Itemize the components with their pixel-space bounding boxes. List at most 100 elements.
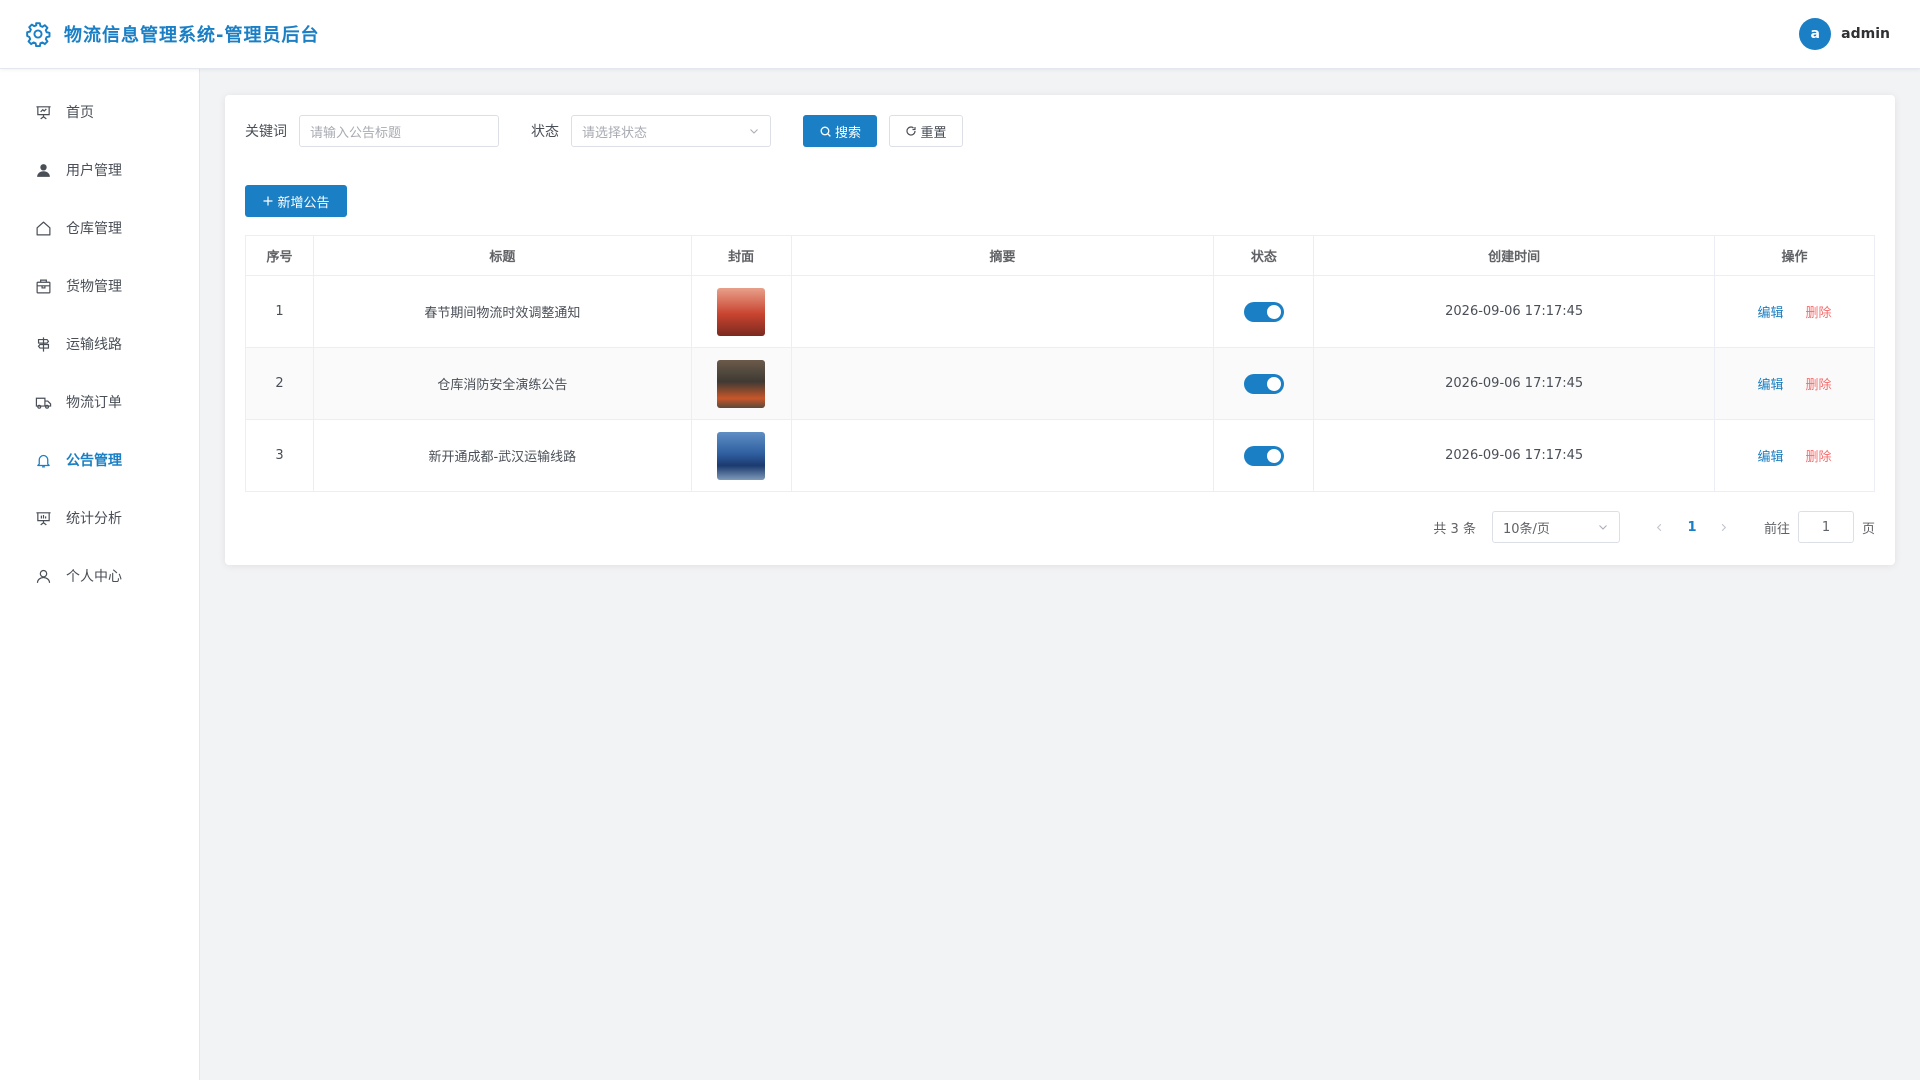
house-icon — [36, 221, 51, 235]
sidebar-item-label: 仓库管理 — [66, 221, 122, 237]
truck-icon — [35, 397, 52, 409]
sidebar-item-home[interactable]: 首页 — [0, 83, 199, 141]
column-header: 标题 — [312, 235, 692, 276]
sidebar-item-routes[interactable]: 运输线路 — [0, 315, 199, 373]
box-icon — [36, 279, 51, 293]
presentation-icon — [36, 105, 51, 119]
row-status-cell — [1213, 275, 1315, 348]
row-cover-cell — [690, 419, 792, 492]
status-toggle[interactable] — [1243, 445, 1284, 466]
sidebar-item-users[interactable]: 用户管理 — [0, 141, 199, 199]
row-title: 仓库消防安全演练公告 — [312, 347, 692, 420]
delete-link[interactable]: 删除 — [1806, 446, 1832, 465]
sidebar-item-profile[interactable]: 个人中心 — [0, 547, 199, 605]
keyword-label: 关键词 — [245, 124, 287, 140]
sidebar-item-label: 物流订单 — [66, 395, 122, 411]
row-summary — [790, 275, 1215, 348]
column-header: 封面 — [690, 235, 792, 276]
row-index: 1 — [245, 275, 314, 348]
user-menu[interactable]: a admin — [1799, 18, 1890, 50]
search-button[interactable]: 搜索 — [803, 115, 877, 147]
table-row: 3 新开通成都-武汉运输线路 2026-09-06 17:17:45 编辑 删除 — [245, 419, 1875, 492]
status-select[interactable]: 请选择状态 — [571, 115, 771, 147]
next-page-button[interactable] — [1708, 522, 1740, 533]
goto-page-input[interactable]: 1 — [1797, 511, 1854, 543]
column-header: 创建时间 — [1313, 235, 1716, 276]
top-header: 物流信息管理系统-管理员后台 a admin — [0, 0, 1920, 69]
column-header: 摘要 — [790, 235, 1215, 276]
row-summary — [790, 419, 1215, 492]
sidebar-item-warehouse[interactable]: 仓库管理 — [0, 199, 199, 257]
cover-image[interactable] — [717, 359, 766, 408]
goto-label: 前往 — [1763, 521, 1790, 537]
search-button-label: 搜索 — [834, 125, 861, 141]
reset-button-label: 重置 — [920, 125, 947, 141]
sidebar-item-label: 公告管理 — [66, 453, 122, 469]
announcement-table: 序号 标题 封面 摘要 状态 创建时间 操作 1 春节期间物流时效调整通知 20… — [245, 235, 1875, 492]
row-actions: 编辑 删除 — [1714, 347, 1875, 420]
sidebar-item-label: 用户管理 — [66, 163, 122, 179]
row-actions: 编辑 删除 — [1714, 275, 1875, 348]
gear-icon — [24, 20, 52, 48]
page-number-current[interactable]: 1 — [1676, 520, 1708, 535]
row-summary — [790, 347, 1215, 420]
reset-button[interactable]: 重置 — [889, 115, 963, 147]
bell-icon — [37, 454, 50, 468]
total-count: 共 3 条 — [1433, 521, 1476, 537]
chevron-right-icon — [1722, 523, 1727, 531]
chart-board-icon — [36, 511, 51, 525]
user-filled-icon — [37, 163, 50, 177]
sidebar-item-label: 货物管理 — [66, 279, 122, 295]
pagination: 共 3 条 10条/页 1 前往 1 页 — [1433, 511, 1875, 543]
brand: 物流信息管理系统-管理员后台 — [24, 20, 319, 48]
status-toggle[interactable] — [1243, 373, 1284, 394]
announcement-panel: 关键词 请输入公告标题 状态 请选择状态 搜索 重置 新增公告 序号 标题 封面 — [225, 95, 1895, 565]
row-status-cell — [1213, 419, 1315, 492]
row-created-time: 2026-09-06 17:17:45 — [1313, 347, 1716, 420]
chevron-down-icon — [1599, 525, 1607, 530]
delete-link[interactable]: 删除 — [1806, 374, 1832, 393]
row-created-time: 2026-09-06 17:17:45 — [1313, 275, 1716, 348]
sidebar-item-announcements[interactable]: 公告管理 — [0, 431, 199, 489]
row-title: 春节期间物流时效调整通知 — [312, 275, 692, 348]
sidebar-item-statistics[interactable]: 统计分析 — [0, 489, 199, 547]
plus-icon — [263, 196, 273, 206]
status-label: 状态 — [531, 124, 559, 140]
prev-page-button[interactable] — [1644, 522, 1676, 533]
chevron-down-icon — [750, 129, 758, 134]
row-cover-cell — [690, 275, 792, 348]
status-toggle[interactable] — [1243, 301, 1284, 322]
page-suffix: 页 — [1861, 521, 1875, 537]
column-header: 序号 — [245, 235, 314, 276]
add-announcement-button[interactable]: 新增公告 — [245, 185, 347, 217]
refresh-icon — [906, 126, 917, 136]
app-title: 物流信息管理系统-管理员后台 — [64, 25, 320, 46]
edit-link[interactable]: 编辑 — [1758, 446, 1784, 465]
edit-link[interactable]: 编辑 — [1758, 374, 1784, 393]
row-created-time: 2026-09-06 17:17:45 — [1313, 419, 1716, 492]
page-size-select[interactable]: 10条/页 — [1491, 511, 1620, 543]
cover-image[interactable] — [717, 287, 766, 336]
edit-link[interactable]: 编辑 — [1758, 302, 1784, 321]
row-title: 新开通成都-武汉运输线路 — [312, 419, 692, 492]
row-cover-cell — [690, 347, 792, 420]
chevron-left-icon — [1657, 523, 1662, 531]
cover-image[interactable] — [717, 431, 766, 480]
table-row: 2 仓库消防安全演练公告 2026-09-06 17:17:45 编辑 删除 — [245, 347, 1875, 420]
page-size-value: 10条/页 — [1502, 521, 1550, 537]
search-form: 关键词 请输入公告标题 状态 请选择状态 搜索 重置 — [245, 115, 1875, 147]
search-icon — [820, 126, 831, 137]
sidebar-item-label: 运输线路 — [66, 337, 122, 353]
add-button-label: 新增公告 — [277, 195, 330, 211]
row-actions: 编辑 删除 — [1714, 419, 1875, 492]
avatar[interactable]: a — [1799, 18, 1832, 50]
column-header: 操作 — [1714, 235, 1875, 276]
table-header-row: 序号 标题 封面 摘要 状态 创建时间 操作 — [245, 235, 1875, 276]
user-name[interactable]: admin — [1841, 26, 1890, 42]
keyword-input[interactable]: 请输入公告标题 — [299, 115, 499, 147]
sidebar-item-orders[interactable]: 物流订单 — [0, 373, 199, 431]
delete-link[interactable]: 删除 — [1806, 302, 1832, 321]
sidebar-item-label: 统计分析 — [66, 511, 122, 527]
sidebar-item-label: 首页 — [66, 105, 94, 121]
sidebar-item-goods[interactable]: 货物管理 — [0, 257, 199, 315]
